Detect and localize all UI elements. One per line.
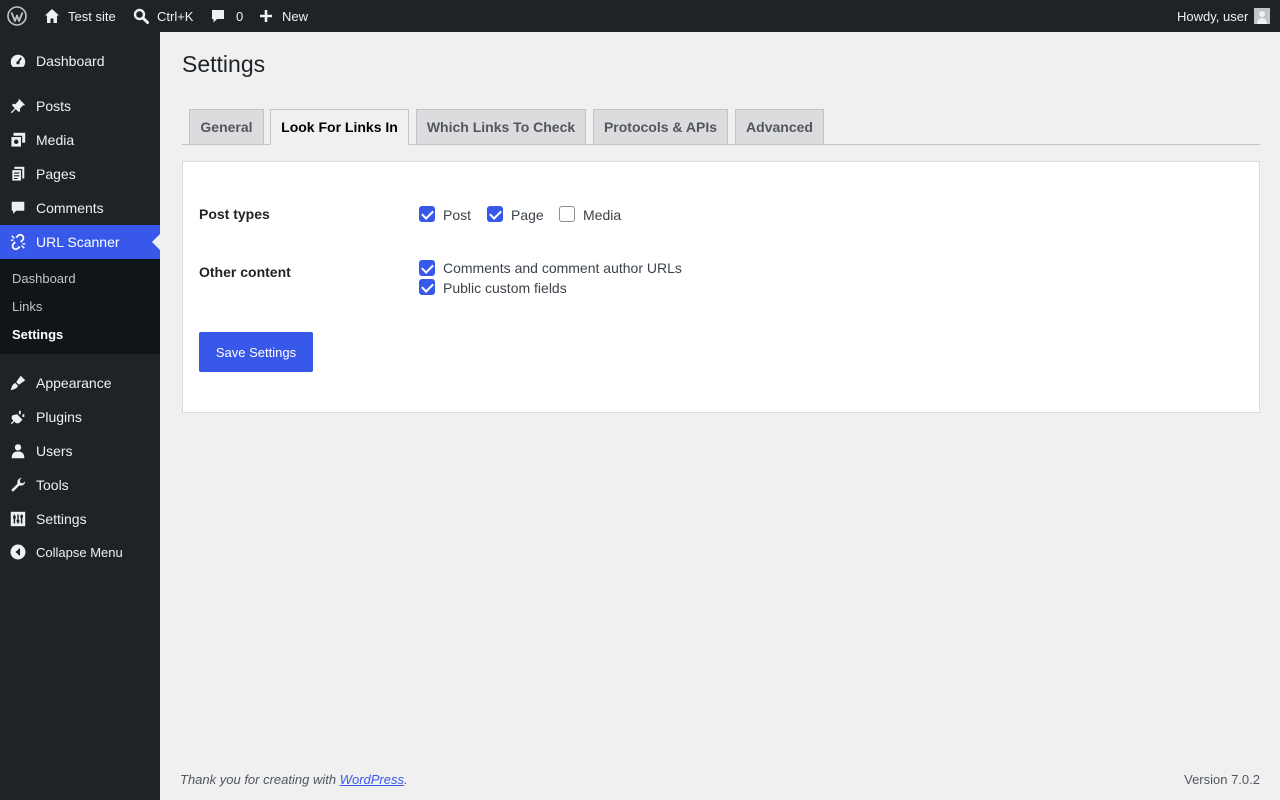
- user-icon: [11, 444, 25, 459]
- post-type-post-checkbox[interactable]: [419, 206, 435, 222]
- page-title: Settings: [182, 51, 266, 77]
- sidebar-item-label: Dashboard: [36, 53, 105, 69]
- comments-urls-label[interactable]: Comments and comment author URLs: [443, 260, 682, 276]
- url-scanner-submenu: Dashboard Links Settings: [0, 259, 160, 354]
- sidebar-item-media[interactable]: Media: [0, 123, 160, 157]
- sidebar-item-label: Settings: [36, 511, 87, 527]
- sidebar-item-tools[interactable]: Tools: [0, 468, 160, 502]
- sidebar-item-posts[interactable]: Posts: [0, 89, 160, 123]
- settings-panel: Post types Post Page Media Other content…: [182, 161, 1260, 413]
- admin-sidebar: Dashboard Posts Media Pages Comments URL…: [0, 32, 160, 800]
- sidebar-item-dashboard[interactable]: Dashboard: [0, 44, 160, 78]
- submenu-item-settings[interactable]: Settings: [12, 327, 63, 342]
- tab-general[interactable]: General: [189, 109, 264, 145]
- save-settings-button[interactable]: Save Settings: [199, 332, 313, 372]
- tab-look-for-links-in[interactable]: Look For Links In: [270, 109, 409, 145]
- plus-icon: [259, 9, 273, 23]
- other-content-label: Other content: [199, 264, 291, 280]
- sidebar-item-appearance[interactable]: Appearance: [0, 366, 160, 400]
- broken-link-icon: [10, 233, 26, 251]
- submenu-item-dashboard[interactable]: Dashboard: [12, 271, 76, 286]
- post-type-page-checkbox[interactable]: [487, 206, 503, 222]
- media-icon: [10, 132, 26, 148]
- collapse-menu-button[interactable]: Collapse Menu: [0, 535, 160, 569]
- collapse-menu-label: Collapse Menu: [36, 544, 123, 560]
- sidebar-item-label: Media: [36, 132, 75, 148]
- sidebar-item-label: Users: [36, 443, 73, 459]
- tab-advanced[interactable]: Advanced: [735, 109, 824, 145]
- account-menu[interactable]: Howdy, user: [1177, 0, 1271, 32]
- wordpress-logo-icon[interactable]: [7, 0, 27, 32]
- sidebar-item-users[interactable]: Users: [0, 434, 160, 468]
- footer-version: Version 7.0.2: [1184, 772, 1260, 787]
- search-shortcut-label: Ctrl+K: [157, 8, 194, 24]
- sidebar-item-label: Comments: [36, 200, 104, 216]
- post-types-label: Post types: [199, 206, 270, 222]
- custom-fields-label[interactable]: Public custom fields: [443, 280, 567, 296]
- plug-icon: [10, 410, 25, 425]
- tab-protocols-apis[interactable]: Protocols & APIs: [593, 109, 728, 145]
- post-type-post-label[interactable]: Post: [443, 207, 471, 223]
- post-type-media-checkbox[interactable]: [559, 206, 575, 222]
- sidebar-item-label: Tools: [36, 477, 69, 493]
- search-icon: [133, 8, 149, 24]
- site-name-link[interactable]: Test site: [44, 0, 116, 32]
- footer-thanks-prefix: Thank you for creating with: [180, 772, 340, 787]
- collapse-arrow-icon: [10, 544, 26, 560]
- sidebar-item-comments[interactable]: Comments: [0, 191, 160, 225]
- home-icon: [44, 8, 60, 24]
- footer-thanks-suffix: .: [404, 772, 408, 787]
- site-name-label: Test site: [68, 8, 116, 24]
- comment-icon: [11, 201, 25, 214]
- sidebar-item-settings[interactable]: Settings: [0, 502, 160, 536]
- settings-icon: [10, 511, 26, 527]
- sidebar-item-label: Appearance: [36, 375, 112, 391]
- brush-icon: [10, 375, 26, 391]
- sidebar-item-label: Pages: [36, 166, 76, 182]
- pin-icon: [10, 98, 26, 114]
- command-palette-link[interactable]: Ctrl+K: [133, 0, 193, 32]
- comments-urls-checkbox[interactable]: [419, 260, 435, 276]
- sidebar-item-url-scanner[interactable]: URL Scanner: [0, 225, 160, 259]
- footer-thanks: Thank you for creating with WordPress.: [180, 772, 408, 787]
- admin-bar: Test site Ctrl+K 0 New Howdy, user: [0, 0, 1280, 32]
- sidebar-item-label: Posts: [36, 98, 72, 114]
- sidebar-item-plugins[interactable]: Plugins: [0, 400, 160, 434]
- avatar: [1254, 8, 1271, 24]
- greeting-label: Howdy, user: [1177, 8, 1249, 24]
- wordpress-link[interactable]: WordPress: [340, 772, 404, 787]
- comments-link[interactable]: 0: [210, 0, 243, 32]
- new-content-link[interactable]: New: [259, 0, 308, 32]
- submenu-item-links[interactable]: Links: [12, 299, 42, 314]
- comment-icon: [210, 8, 226, 24]
- post-type-media-label[interactable]: Media: [583, 207, 621, 223]
- sidebar-item-pages[interactable]: Pages: [0, 157, 160, 191]
- pages-icon: [11, 166, 25, 182]
- post-type-page-label[interactable]: Page: [511, 207, 544, 223]
- tab-which-links-to-check[interactable]: Which Links To Check: [416, 109, 586, 145]
- sidebar-item-label: Plugins: [36, 409, 82, 425]
- sidebar-item-label: URL Scanner: [36, 234, 120, 250]
- new-label: New: [282, 8, 309, 24]
- comments-count: 0: [236, 8, 244, 24]
- wrench-icon: [11, 477, 26, 492]
- dashboard-icon: [10, 54, 26, 67]
- custom-fields-checkbox[interactable]: [419, 279, 435, 295]
